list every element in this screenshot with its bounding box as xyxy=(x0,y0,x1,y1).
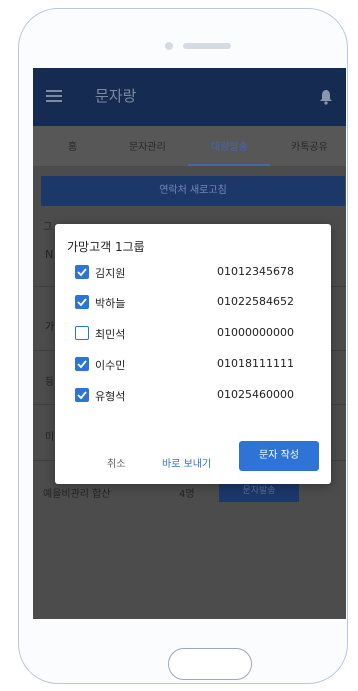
tab-home[interactable]: 홈 xyxy=(68,138,77,153)
active-tab-indicator xyxy=(188,164,270,166)
app-bar: 문자랑 xyxy=(33,68,346,126)
checkbox-unchecked[interactable] xyxy=(75,326,89,340)
cancel-button[interactable]: 취소 xyxy=(107,455,125,470)
refresh-contacts-button[interactable]: 연락처 새로고침 xyxy=(41,176,345,206)
contact-row[interactable]: 유형석 01025460000 xyxy=(75,385,319,407)
contact-phone: 01000000000 xyxy=(217,326,294,339)
contact-name: 김지원 xyxy=(95,267,126,280)
menu-icon[interactable] xyxy=(46,90,62,102)
check-icon xyxy=(77,360,87,369)
bg-row-prefix: 그 xyxy=(43,222,53,233)
contact-name: 박하늘 xyxy=(95,297,126,310)
checkbox-checked[interactable] xyxy=(75,295,89,309)
bg-group-name: 예을비관리 합산 xyxy=(43,489,111,500)
checkbox-checked[interactable] xyxy=(75,388,89,402)
contact-name: 유형석 xyxy=(95,390,126,403)
home-button[interactable] xyxy=(168,648,252,680)
tab-bar: 홈 문자관리 대량발송 카톡공유 xyxy=(33,126,346,166)
bg-row-prefix: 등 xyxy=(45,377,55,388)
bg-row-prefix: N xyxy=(45,248,54,261)
check-icon xyxy=(77,391,87,400)
speaker-grill xyxy=(183,43,231,49)
contact-name: 이수민 xyxy=(95,359,126,372)
send-now-button[interactable]: 바로 보내기 xyxy=(162,455,211,470)
app-title: 문자랑 xyxy=(95,87,137,105)
contact-phone: 01022584652 xyxy=(217,295,294,308)
check-icon xyxy=(77,268,87,277)
contact-phone: 01025460000 xyxy=(217,388,294,401)
bg-group-count: 4명 xyxy=(179,489,195,500)
contact-row[interactable]: 이수민 01018111111 xyxy=(75,354,319,376)
contact-phone: 01012345678 xyxy=(217,265,294,278)
contact-row[interactable]: 박하늘 01022584652 xyxy=(75,292,319,314)
contact-row[interactable]: 최민석 01000000000 xyxy=(75,323,319,345)
dialog-title: 가망고객 1그룹 xyxy=(67,240,145,254)
bg-row-prefix: 가 xyxy=(45,322,55,333)
contact-phone: 01018111111 xyxy=(217,357,294,370)
tab-kakao-share[interactable]: 카톡공유 xyxy=(291,138,328,153)
camera-dot xyxy=(165,42,173,50)
bg-row-prefix: 미 xyxy=(45,432,55,443)
contact-name: 최민석 xyxy=(95,328,126,341)
checkbox-checked[interactable] xyxy=(75,265,89,279)
bell-icon[interactable] xyxy=(319,89,333,105)
tab-message-manage[interactable]: 문자관리 xyxy=(129,138,166,153)
compose-message-button[interactable]: 문자 작성 xyxy=(239,441,319,471)
checkbox-checked[interactable] xyxy=(75,357,89,371)
contact-row[interactable]: 김지원 01012345678 xyxy=(75,262,319,284)
tab-bulk-send[interactable]: 대량발송 xyxy=(211,138,248,153)
check-icon xyxy=(77,298,87,307)
contact-select-dialog: 가망고객 1그룹 김지원 01012345678 박하늘 01022584652… xyxy=(55,224,331,484)
